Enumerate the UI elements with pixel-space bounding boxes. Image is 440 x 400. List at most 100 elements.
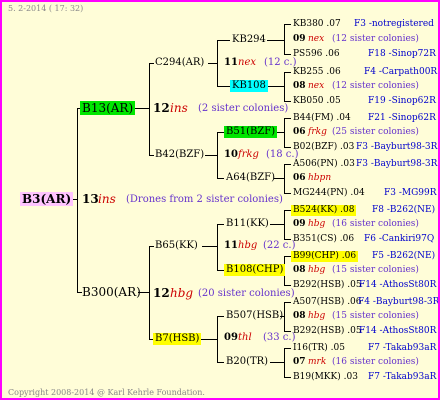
kb294-mid-note: (12 sister colonies) — [332, 34, 419, 44]
connector — [217, 86, 230, 87]
node-c294[interactable]: C294(AR) — [155, 58, 204, 68]
b108-code: hbg — [308, 265, 326, 275]
b44-origin: F21 -Sinop62R — [368, 113, 436, 123]
pedigree-chart: 5. 2-2014 ( 17: 32) Copyright 2008-2014 … — [0, 0, 440, 400]
b51-code: frkg — [308, 127, 327, 137]
node-a64[interactable]: A64(BZF) — [226, 173, 275, 183]
connector — [284, 256, 291, 257]
kb108-mid-num: 08 — [293, 81, 306, 91]
connector — [284, 348, 291, 349]
a506-origin: F3 -Bayburt98-3R — [356, 159, 438, 169]
kb050-origin: F19 -Sinop62R — [368, 96, 436, 106]
node-b20[interactable]: B20(TR) — [226, 357, 268, 367]
node-b19[interactable]: B19(MKK) .03 — [293, 373, 358, 382]
b65-num: 11 — [224, 240, 238, 251]
b51-num: 06 — [293, 127, 306, 137]
root-num: 13 — [82, 192, 99, 206]
connector — [149, 246, 150, 339]
c294-code: nex — [238, 57, 256, 68]
node-kb294[interactable]: KB294 — [232, 35, 266, 45]
footer-copyright: Copyright 2008-2014 @ Karl Kehrle Founda… — [8, 388, 205, 397]
connector — [284, 302, 291, 303]
connector — [217, 270, 224, 271]
connector — [217, 132, 218, 179]
b02-origin: F3 -Bayburt98-3R — [356, 142, 438, 152]
header-date: 5. 2-2014 ( 17: 32) — [8, 4, 84, 13]
connector — [149, 246, 154, 247]
node-b7[interactable]: B7(HSB) — [153, 333, 202, 345]
node-kb380[interactable]: KB380 .07 — [293, 20, 341, 29]
kb255-origin: F4 -Carpath00R — [364, 67, 438, 77]
b42-code: frkg — [238, 149, 259, 160]
node-b44[interactable]: B44(FM) .04 — [293, 114, 351, 123]
connector — [217, 40, 218, 87]
i16-origin: F7 -Takab93aR — [368, 343, 437, 353]
b7-code: thl — [238, 332, 252, 343]
node-a506[interactable]: A506(PN) .03 — [293, 160, 355, 169]
b51-note: (25 sister colonies) — [332, 127, 419, 137]
node-i16[interactable]: I16(TR) .05 — [293, 344, 345, 353]
node-b108[interactable]: B108(CHP) — [224, 264, 286, 276]
connector — [284, 164, 285, 194]
connector — [284, 164, 291, 165]
node-b300[interactable]: B300(AR) — [82, 286, 141, 298]
connector — [77, 108, 78, 293]
node-b524[interactable]: B524(KK) .08 — [291, 205, 357, 216]
b507-note: (15 sister colonies) — [332, 311, 419, 321]
connector — [149, 63, 150, 156]
node-b65[interactable]: B65(KK) — [155, 241, 198, 251]
kb294-mid-code: nex — [308, 34, 325, 44]
connector — [217, 40, 230, 41]
connector — [217, 132, 224, 133]
node-b292a[interactable]: B292(HSB) .05 — [293, 281, 362, 290]
node-kb255[interactable]: KB255 .06 — [293, 68, 341, 77]
b13-code: ins — [170, 101, 188, 115]
connector — [284, 377, 291, 378]
a64-num: 06 — [293, 173, 306, 183]
connector — [270, 224, 285, 225]
b108-note: (15 sister colonies) — [332, 265, 419, 275]
node-kb050[interactable]: KB050 .05 — [293, 97, 341, 106]
connector — [284, 72, 291, 73]
node-b351[interactable]: B351(CS) .06 — [293, 235, 354, 244]
connector — [284, 72, 285, 102]
connector — [284, 118, 291, 119]
node-b11[interactable]: B11(KK) — [226, 219, 269, 229]
b300-num: 12 — [153, 286, 170, 300]
connector — [217, 224, 218, 271]
b300-note: (20 sister colonies) — [198, 288, 295, 299]
node-ps596[interactable]: PS596 .06 — [293, 50, 340, 59]
b13-num: 12 — [153, 101, 170, 115]
node-kb108[interactable]: KB108 — [230, 80, 268, 92]
b11-note: (16 sister colonies) — [332, 219, 419, 229]
node-a507[interactable]: A507(HSB) .06 — [293, 298, 362, 307]
node-b13[interactable]: B13(AR) — [80, 101, 136, 115]
connector — [284, 101, 291, 102]
b351-origin: F6 -Cankiri97Q — [364, 234, 435, 244]
node-b292b[interactable]: B292(HSB) .05 — [293, 327, 362, 336]
connector — [284, 24, 285, 55]
kb108-mid-code: nex — [308, 81, 325, 91]
node-b99[interactable]: B99(CHP) .06 — [291, 251, 359, 262]
b11-code: hbg — [308, 219, 326, 229]
connector — [217, 316, 218, 363]
node-b507[interactable]: B507(HSB) — [226, 311, 283, 321]
connector — [267, 40, 285, 41]
b11-num: 09 — [293, 219, 306, 229]
node-b02[interactable]: B02(BZF) .03 — [293, 143, 354, 152]
connector — [267, 86, 285, 87]
b292b-origin: F14 -AthosSt80R — [359, 326, 437, 336]
node-b51[interactable]: B51(BZF) — [224, 126, 278, 138]
node-b42[interactable]: B42(BZF) — [155, 150, 204, 160]
kb380-origin: F3 -notregistered — [354, 19, 434, 29]
b20-num: 07 — [293, 357, 306, 367]
connector — [284, 210, 291, 211]
connector — [200, 339, 218, 340]
root-node[interactable]: B3(AR) — [20, 192, 74, 206]
root-code: ins — [98, 192, 116, 206]
node-mg244[interactable]: MG244(PN) .04 — [293, 189, 365, 198]
b507-num: 08 — [293, 311, 306, 321]
connector — [149, 63, 154, 64]
b300-code: hbg — [170, 286, 194, 300]
a64-code: hbpn — [308, 173, 332, 183]
